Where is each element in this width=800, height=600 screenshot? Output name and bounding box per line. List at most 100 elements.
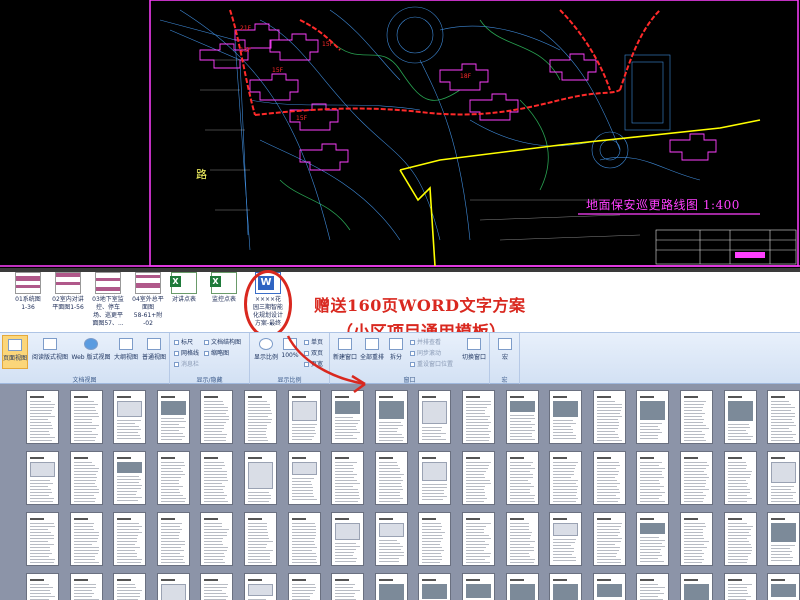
page-thumbnail[interactable] xyxy=(680,573,713,600)
ruler-checkbox[interactable]: 标尺 xyxy=(174,337,193,346)
page-thumbnail[interactable] xyxy=(113,573,146,600)
page-thumbnail[interactable] xyxy=(636,512,669,566)
web-layout-button[interactable]: Web 版式视图 xyxy=(70,335,112,369)
page-thumbnail[interactable] xyxy=(767,573,800,600)
reset-window-button[interactable]: 重设窗口位置 xyxy=(410,359,453,368)
page-thumbnail[interactable] xyxy=(70,390,103,444)
two-pages-button[interactable]: 双页 xyxy=(304,348,323,357)
page-thumbnail[interactable] xyxy=(462,512,495,566)
one-page-button[interactable]: 单页 xyxy=(304,337,323,346)
page-thumbnail[interactable] xyxy=(375,451,408,505)
page-thumbnail[interactable] xyxy=(331,390,364,444)
page-thumbnail[interactable] xyxy=(636,390,669,444)
page-thumbnail[interactable] xyxy=(200,451,233,505)
page-thumbnail[interactable] xyxy=(200,512,233,566)
page-thumbnail[interactable] xyxy=(549,573,582,600)
page-thumbnail[interactable] xyxy=(26,573,59,600)
page-thumbnail[interactable] xyxy=(113,390,146,444)
page-thumbnail[interactable] xyxy=(549,451,582,505)
file-item-basement-plan[interactable]: 03地下室监 控、停车 场、巡更平 面图57、... xyxy=(88,272,128,328)
page-thumbnail[interactable] xyxy=(244,512,277,566)
page-thumbnail[interactable] xyxy=(462,451,495,505)
page-thumbnail[interactable] xyxy=(636,451,669,505)
page-thumbnail[interactable] xyxy=(244,573,277,600)
thumbnails-checkbox[interactable]: 缩略图 xyxy=(204,348,229,357)
page-thumbnail[interactable] xyxy=(157,451,190,505)
page-thumbnail[interactable] xyxy=(680,512,713,566)
page-thumbnail[interactable] xyxy=(418,573,451,600)
page-thumbnail[interactable] xyxy=(288,390,321,444)
outline-view-button[interactable]: 大纲视图 xyxy=(112,335,140,369)
page-thumbnail[interactable] xyxy=(288,573,321,600)
document-map-checkbox[interactable]: 文档结构图 xyxy=(204,337,241,346)
page-thumbnail[interactable] xyxy=(26,512,59,566)
page-thumbnail[interactable] xyxy=(157,573,190,600)
macros-button[interactable]: 宏 xyxy=(492,335,518,369)
page-thumbnail[interactable] xyxy=(636,573,669,600)
page-thumbnail[interactable] xyxy=(506,512,539,566)
page-thumbnail[interactable] xyxy=(593,512,626,566)
page-thumbnail[interactable] xyxy=(549,512,582,566)
page-thumbnail[interactable] xyxy=(680,390,713,444)
page-thumbnail[interactable] xyxy=(26,390,59,444)
switch-window-button[interactable]: 切换窗口 xyxy=(460,335,488,369)
page-thumbnail[interactable] xyxy=(331,512,364,566)
page-thumbnail[interactable] xyxy=(767,451,800,505)
page-thumbnail[interactable] xyxy=(331,451,364,505)
sync-scroll-button[interactable]: 同步滚动 xyxy=(410,348,441,357)
page-thumbnail[interactable] xyxy=(593,451,626,505)
page-thumbnail[interactable] xyxy=(506,390,539,444)
page-thumbnail[interactable] xyxy=(157,390,190,444)
page-thumbnail[interactable] xyxy=(767,390,800,444)
page-thumbnail[interactable] xyxy=(724,573,757,600)
page-thumbnail[interactable] xyxy=(724,451,757,505)
page-thumbnail[interactable] xyxy=(767,512,800,566)
new-window-button[interactable]: 新建窗口 xyxy=(332,335,358,369)
page-thumbnail[interactable] xyxy=(506,451,539,505)
page-thumbnail[interactable] xyxy=(288,451,321,505)
page-thumbnail[interactable] xyxy=(418,390,451,444)
page-thumbnail[interactable] xyxy=(418,451,451,505)
gridlines-checkbox[interactable]: 网格线 xyxy=(174,348,199,357)
page-thumbnail[interactable] xyxy=(593,390,626,444)
file-item-outdoor-plan[interactable]: 04室外总平 面图 58-61+附 -02 xyxy=(128,272,168,328)
zoom-button[interactable]: 显示比例 xyxy=(252,335,280,369)
page-thumbnail[interactable] xyxy=(724,390,757,444)
zoom-100-button[interactable]: 100% xyxy=(280,335,300,369)
page-thumbnail[interactable] xyxy=(375,573,408,600)
page-thumbnail[interactable] xyxy=(418,512,451,566)
page-thumbnail[interactable] xyxy=(113,451,146,505)
message-bar-checkbox[interactable]: 消息栏 xyxy=(174,359,199,368)
page-thumbnail[interactable] xyxy=(288,512,321,566)
page-thumbnail[interactable] xyxy=(244,451,277,505)
page-thumbnail[interactable] xyxy=(462,573,495,600)
page-width-button[interactable]: 页宽 xyxy=(304,359,323,368)
file-item-intercom-points[interactable]: X 对讲点表 xyxy=(164,272,204,304)
page-thumbnail[interactable] xyxy=(549,390,582,444)
page-thumbnail[interactable] xyxy=(331,573,364,600)
print-layout-button[interactable]: 页面视图 xyxy=(2,335,28,369)
page-thumbnail[interactable] xyxy=(70,451,103,505)
page-thumbnail[interactable] xyxy=(26,451,59,505)
page-thumbnail[interactable] xyxy=(70,512,103,566)
file-item-camera-points[interactable]: X 监控点表 xyxy=(204,272,244,304)
arrange-all-button[interactable]: 全部重排 xyxy=(358,335,386,369)
page-thumbnail[interactable] xyxy=(462,390,495,444)
file-item-system-diagram[interactable]: 01系统图 1-36 xyxy=(8,272,48,312)
file-item-intercom-plan[interactable]: 02室内对讲 平面图1-56 xyxy=(48,272,88,312)
page-thumbnail[interactable] xyxy=(375,390,408,444)
page-thumbnail[interactable] xyxy=(506,573,539,600)
reading-layout-button[interactable]: 阅读版式视图 xyxy=(30,335,70,369)
page-thumbnail[interactable] xyxy=(244,390,277,444)
page-thumbnail[interactable] xyxy=(113,512,146,566)
draft-view-button[interactable]: 普通视图 xyxy=(140,335,168,369)
page-thumbnail[interactable] xyxy=(724,512,757,566)
side-by-side-button[interactable]: 并排查看 xyxy=(410,337,441,346)
page-thumbnail[interactable] xyxy=(593,573,626,600)
page-thumbnail[interactable] xyxy=(680,451,713,505)
page-thumbnail[interactable] xyxy=(200,390,233,444)
page-thumbnail[interactable] xyxy=(375,512,408,566)
page-thumbnail[interactable] xyxy=(200,573,233,600)
split-button[interactable]: 拆分 xyxy=(386,335,406,369)
page-thumbnail[interactable] xyxy=(157,512,190,566)
